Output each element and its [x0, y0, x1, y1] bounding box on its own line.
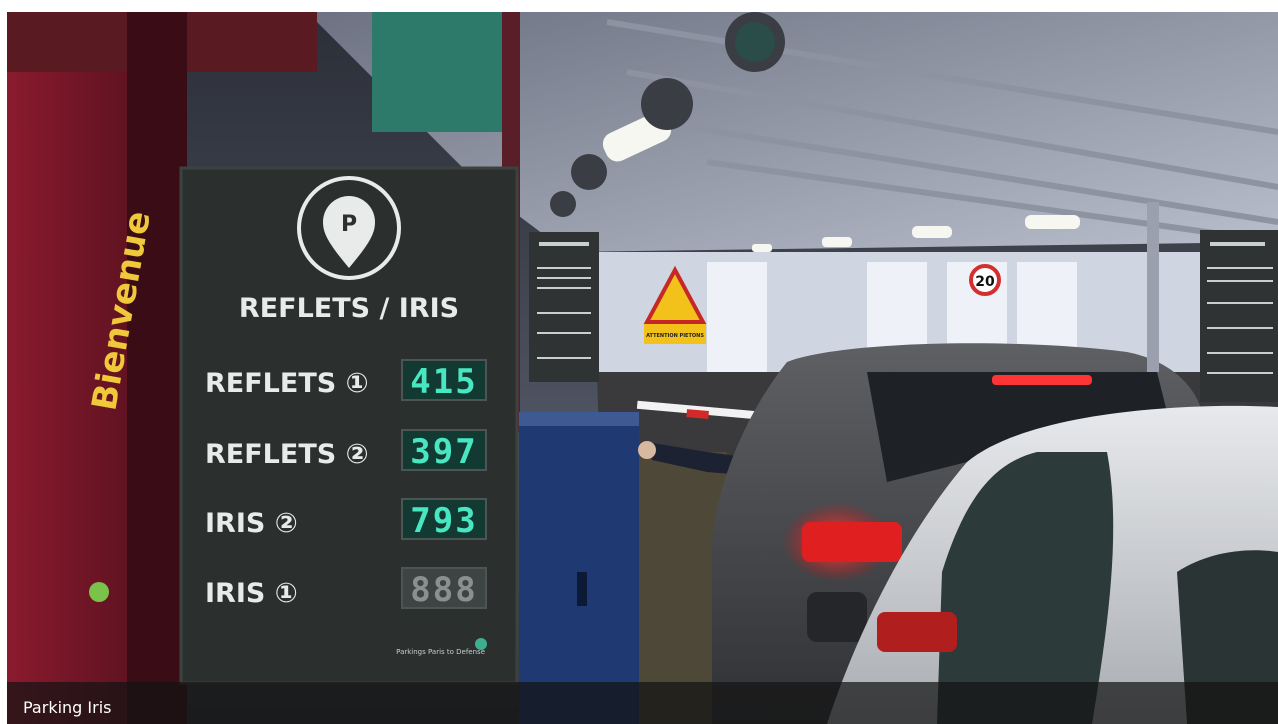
sign-row-label: IRIS ② [205, 508, 298, 539]
speed-limit-value: 20 [975, 274, 995, 290]
sign-title: REFLETS / IRIS [239, 293, 459, 324]
warning-sign-text: ATTENTION PIETONS [646, 333, 704, 339]
sign-row-label: IRIS ① [205, 578, 298, 609]
sign-row-count: 888 [410, 570, 477, 610]
caption-bar: Parking Iris [7, 682, 1278, 724]
svg-text:P: P [341, 212, 357, 237]
sign-row-label: REFLETS ① [205, 368, 368, 399]
sign-row-count: 415 [410, 362, 477, 402]
caption-text: Parking Iris [23, 698, 112, 717]
sign-row-label: REFLETS ② [205, 439, 368, 470]
occupancy-sign: P REFLETS / IRIS REFLETS ① 415 REFLETS ②… [179, 166, 519, 685]
parking-photo: Bienvenue P REFLETS / IRIS REFLETS ① 415… [7, 12, 1278, 724]
sign-row-count: 397 [410, 432, 477, 472]
photo-scene: Bienvenue P REFLETS / IRIS REFLETS ① 415… [7, 12, 1278, 724]
sign-logo-text: Parkings Paris to Defense [396, 648, 485, 656]
speed-limit-sign: 20 [969, 264, 1001, 296]
sign-row-count: 793 [410, 501, 477, 541]
